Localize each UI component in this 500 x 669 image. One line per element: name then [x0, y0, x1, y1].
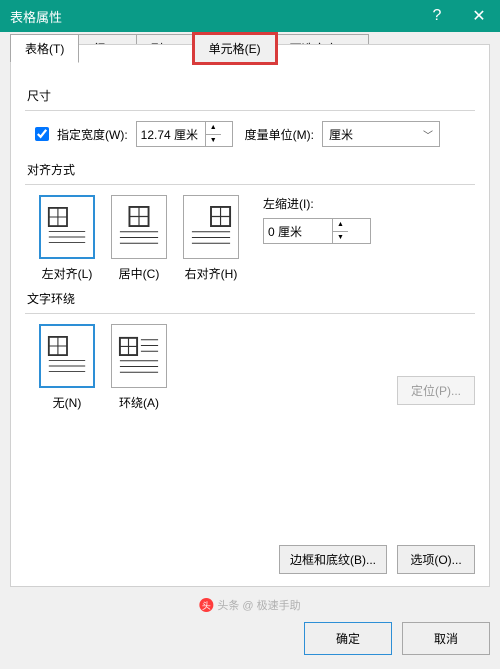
align-section-label: 对齐方式 — [27, 161, 475, 178]
align-center-label: 居中(C) — [119, 265, 160, 282]
title-bar: 表格属性 ? ✕ — [0, 0, 500, 32]
watermark-icon: 头 — [199, 598, 213, 612]
close-button[interactable]: ✕ — [458, 0, 500, 32]
indent-label: 左缩进(I): — [263, 195, 371, 212]
footer-buttons: 确定 取消 — [304, 622, 490, 655]
inner-buttons: 边框和底纹(B)... 选项(O)... — [279, 545, 475, 574]
align-left-label: 左对齐(L) — [42, 265, 93, 282]
wrap-none-icon — [47, 331, 87, 381]
wrap-none-option[interactable]: 无(N) — [39, 324, 95, 411]
divider — [25, 184, 475, 185]
unit-label: 度量单位(M): — [245, 126, 314, 143]
align-center-icon — [118, 202, 160, 252]
help-button[interactable]: ? — [416, 0, 458, 32]
wrap-options: 无(N) 环绕(A) 定位(P)... — [39, 324, 475, 411]
indent-group: 左缩进(I): ▲ ▼ — [263, 195, 371, 244]
cancel-button[interactable]: 取消 — [402, 622, 490, 655]
width-up-icon[interactable]: ▲ — [206, 122, 221, 135]
tab-table[interactable]: 表格(T) — [10, 34, 79, 63]
wrap-around-option[interactable]: 环绕(A) — [111, 324, 167, 411]
width-spinner[interactable]: ▲ ▼ — [136, 121, 233, 147]
options-button[interactable]: 选项(O)... — [397, 545, 475, 574]
tab-pane: 尺寸 指定宽度(W): ▲ ▼ 度量单位(M): 厘米 ﹀ 对齐方式 — [10, 44, 490, 587]
align-right-label: 右对齐(H) — [185, 265, 238, 282]
align-center-option[interactable]: 居中(C) — [111, 195, 167, 282]
divider — [25, 110, 475, 111]
align-right-icon — [190, 202, 232, 252]
watermark: 头 头条 @ 极速手助 — [199, 597, 300, 613]
window-title: 表格属性 — [10, 7, 416, 26]
divider — [25, 313, 475, 314]
unit-select[interactable]: 厘米 ﹀ — [322, 121, 440, 147]
align-left-icon — [47, 202, 87, 252]
ok-button[interactable]: 确定 — [304, 622, 392, 655]
width-input[interactable] — [137, 122, 205, 146]
specify-width-label: 指定宽度(W): — [57, 126, 128, 143]
position-button: 定位(P)... — [397, 376, 475, 405]
border-shading-button[interactable]: 边框和底纹(B)... — [279, 545, 387, 574]
indent-input[interactable] — [264, 219, 332, 243]
wrap-section-label: 文字环绕 — [27, 290, 475, 307]
indent-spinner[interactable]: ▲ ▼ — [263, 218, 371, 244]
size-row: 指定宽度(W): ▲ ▼ 度量单位(M): 厘米 ﹀ — [35, 121, 473, 147]
unit-value: 厘米 — [329, 126, 353, 143]
wrap-none-label: 无(N) — [53, 394, 82, 411]
wrap-around-icon — [118, 331, 160, 381]
watermark-text: 头条 @ 极速手助 — [217, 597, 300, 613]
indent-up-icon[interactable]: ▲ — [333, 219, 348, 232]
wrap-around-label: 环绕(A) — [119, 394, 159, 411]
width-down-icon[interactable]: ▼ — [206, 135, 221, 147]
chevron-down-icon: ﹀ — [423, 127, 433, 142]
align-options: 左对齐(L) 居中(C) 右对齐(H) 左缩进(I): ▲ — [39, 195, 475, 282]
indent-down-icon[interactable]: ▼ — [333, 232, 348, 244]
align-left-option[interactable]: 左对齐(L) — [39, 195, 95, 282]
dialog-body: 表格(T) 行(R) 列(U) 单元格(E) 可选文字(A) 尺寸 指定宽度(W… — [0, 32, 500, 669]
align-right-option[interactable]: 右对齐(H) — [183, 195, 239, 282]
tab-cell[interactable]: 单元格(E) — [194, 34, 276, 63]
size-section-label: 尺寸 — [27, 87, 475, 104]
specify-width-checkbox[interactable] — [35, 127, 49, 141]
